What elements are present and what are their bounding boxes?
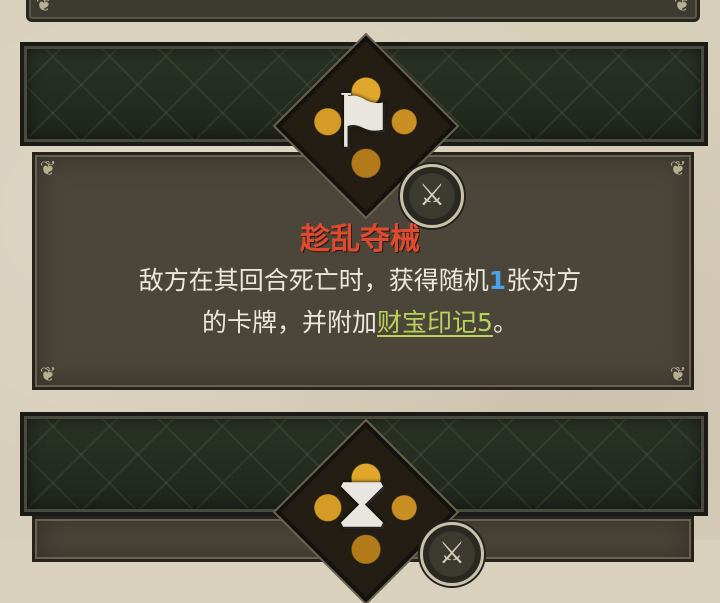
- corner-ornament-icon: ❦: [35, 0, 53, 16]
- description-text: 张对方: [506, 266, 582, 295]
- description-text: 敌方在其回合死亡时，获得随机: [138, 266, 489, 295]
- description-text: 的卡牌，并附加: [202, 308, 378, 337]
- corner-ornament-icon: ❦: [39, 362, 57, 386]
- banner-flag-icon: ⚑: [328, 79, 396, 165]
- corner-ornament-icon: ❦: [669, 362, 687, 386]
- ability-card[interactable]: ❦ ❦ ❦ ❦ ⚑ ⚔ 趁乱夺械 敌方在其回合死亡时，获得随机1张对方 的卡牌，…: [20, 35, 708, 392]
- description-text: 。: [492, 308, 518, 337]
- corner-ornament-icon: ❦: [669, 156, 687, 180]
- hourglass-icon: ⧗: [336, 459, 388, 545]
- highlight-number: 1: [488, 266, 507, 295]
- card-description: 敌方在其回合死亡时，获得随机1张对方 的卡牌，并附加财宝印记5。: [60, 260, 660, 344]
- keyword-link[interactable]: 财宝印记5: [377, 308, 493, 337]
- corner-ornament-icon: ❦: [39, 156, 57, 180]
- card-title: 趁乱夺械: [300, 222, 420, 257]
- previous-card-bottom[interactable]: ❦ ❦: [26, 0, 700, 22]
- badge-icon: ⚔: [420, 522, 484, 586]
- next-ability-card[interactable]: ⧗ ⚔: [20, 412, 708, 603]
- corner-ornament-icon: ❦: [673, 0, 691, 16]
